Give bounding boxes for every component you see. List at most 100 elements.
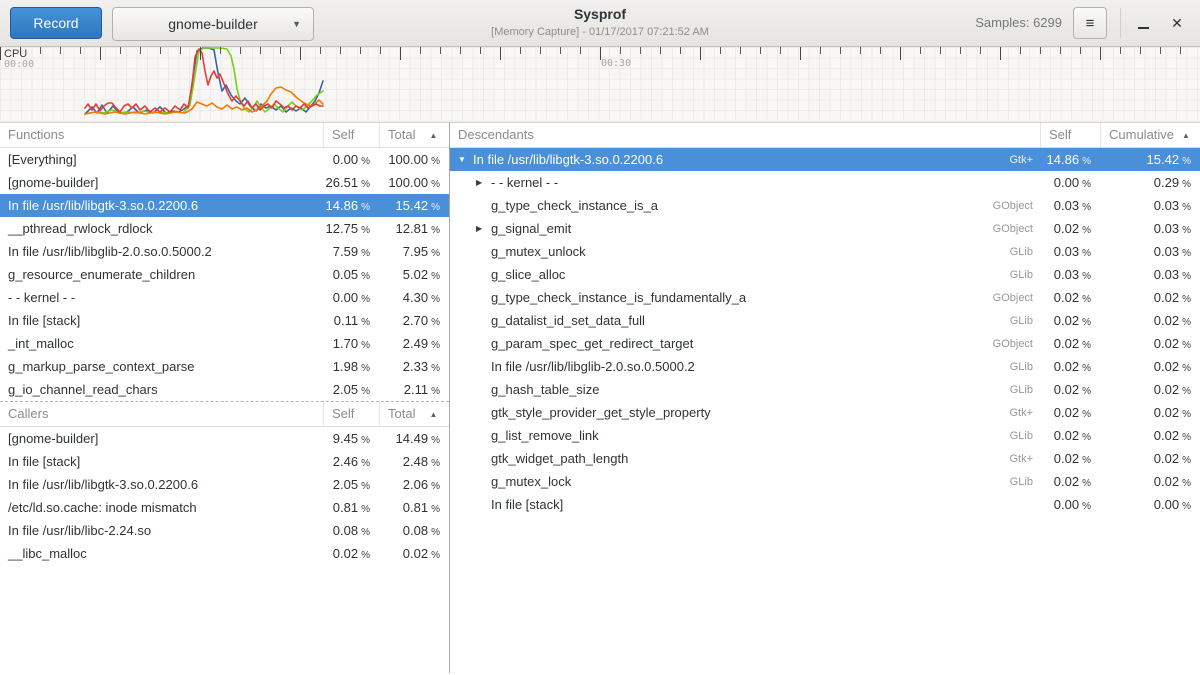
table-row[interactable]: /etc/ld.so.cache: inode mismatch0.81%0.8… <box>0 496 449 519</box>
total-value: 12.81% <box>379 221 449 236</box>
descendant-name: g_list_remove_link <box>491 428 599 443</box>
tree-row[interactable]: g_param_spec_get_redirect_targetGObject0… <box>450 332 1200 355</box>
self-value: 14.86% <box>1040 152 1100 167</box>
total-column-header[interactable]: Total▲ <box>379 123 449 147</box>
table-row[interactable]: In file /usr/lib/libgtk-3.so.0.2200.614.… <box>0 194 449 217</box>
table-row[interactable]: g_resource_enumerate_children0.05%5.02% <box>0 263 449 286</box>
expander-open-icon[interactable]: ▼ <box>458 155 473 164</box>
tree-row[interactable]: g_list_remove_linkGLib0.02%0.02% <box>450 424 1200 447</box>
self-value: 0.00% <box>323 152 379 167</box>
tree-row[interactable]: ▼In file /usr/lib/libgtk-3.so.0.2200.6 Gt… <box>450 148 1200 171</box>
callers-header: Callers Self Total▲ <box>0 401 449 427</box>
table-row[interactable]: In file /usr/lib/libc-2.24.so0.08%0.08% <box>0 519 449 542</box>
titlebar-titles: Sysprof [Memory Capture] - 01/17/2017 07… <box>320 6 880 38</box>
descendant-name: g_param_spec_get_redirect_target <box>491 336 693 351</box>
library-tag: Gtk+ <box>1009 154 1040 166</box>
total-value: 4.30% <box>379 290 449 305</box>
self-column-header[interactable]: Self <box>323 123 379 147</box>
table-row[interactable]: _int_malloc1.70%2.49% <box>0 332 449 355</box>
minimize-icon <box>1138 27 1149 29</box>
target-process-select[interactable]: gnome-builder ▼ <box>112 7 314 41</box>
self-value: 2.46% <box>323 454 379 469</box>
self-column-header[interactable]: Self <box>323 402 379 426</box>
close-button[interactable]: ✕ <box>1160 6 1194 40</box>
table-row[interactable]: In file /usr/lib/libgtk-3.so.0.2200.62.0… <box>0 473 449 496</box>
self-value: 0.03% <box>1040 198 1100 213</box>
tree-row[interactable]: g_mutex_unlockGLib0.03%0.03% <box>450 240 1200 263</box>
function-name: In file /usr/lib/libgtk-3.so.0.2200.6 <box>0 477 323 492</box>
function-name: In file /usr/lib/libglib-2.0.so.0.5000.2 <box>0 244 323 259</box>
total-column-header[interactable]: Total▲ <box>379 402 449 426</box>
cumulative-value: 15.42% <box>1100 152 1200 167</box>
self-value: 0.02% <box>323 546 379 561</box>
descendant-name: gtk_style_provider_get_style_property <box>491 405 711 420</box>
tree-row[interactable]: In file /usr/lib/libglib-2.0.so.0.5000.2… <box>450 355 1200 378</box>
table-row[interactable]: - - kernel - -0.00%4.30% <box>0 286 449 309</box>
functions-column-header[interactable]: Functions <box>0 123 323 147</box>
self-value: 1.70% <box>323 336 379 351</box>
total-value: 0.08% <box>379 523 449 538</box>
callers-column-header[interactable]: Callers <box>0 402 323 426</box>
table-row[interactable]: [gnome-builder]9.45%14.49% <box>0 427 449 450</box>
descendant-name-cell: g_type_check_instance_is_aGObject <box>450 198 1040 213</box>
self-value: 0.00% <box>1040 175 1100 190</box>
timeline-label-mid: 00:30 <box>601 58 631 69</box>
total-value: 7.95% <box>379 244 449 259</box>
total-value: 100.00% <box>379 175 449 190</box>
function-name: _int_malloc <box>0 336 323 351</box>
tree-row[interactable]: g_type_check_instance_is_fundamentally_a… <box>450 286 1200 309</box>
descendant-name: In file /usr/lib/libgtk-3.so.0.2200.6 <box>473 152 663 167</box>
descendant-name: g_mutex_unlock <box>491 244 586 259</box>
table-row[interactable]: __libc_malloc0.02%0.02% <box>0 542 449 565</box>
descendant-name: g_mutex_lock <box>491 474 571 489</box>
tree-row[interactable]: In file [stack]0.00%0.00% <box>450 493 1200 516</box>
cpu-usage-lines <box>0 47 1200 122</box>
tree-row[interactable]: ▶- - kernel - -0.00%0.29% <box>450 171 1200 194</box>
self-column-header[interactable]: Self <box>1040 123 1100 147</box>
total-value: 2.49% <box>379 336 449 351</box>
function-name: - - kernel - - <box>0 290 323 305</box>
tree-row[interactable]: g_hash_table_sizeGLib0.02%0.02% <box>450 378 1200 401</box>
total-value: 15.42% <box>379 198 449 213</box>
tree-row[interactable]: g_mutex_lockGLib0.02%0.02% <box>450 470 1200 493</box>
tree-row[interactable]: gtk_style_provider_get_style_propertyGtk… <box>450 401 1200 424</box>
table-row[interactable]: g_markup_parse_context_parse1.98%2.33% <box>0 355 449 378</box>
self-value: 0.02% <box>1040 405 1100 420</box>
expander-closed-icon[interactable]: ▶ <box>476 224 491 233</box>
cumulative-value: 0.00% <box>1100 497 1200 512</box>
cumulative-column-header[interactable]: Cumulative▲ <box>1100 123 1200 147</box>
functions-header: Functions Self Total▲ <box>0 123 449 148</box>
library-tag: GLib <box>1010 384 1040 396</box>
cumulative-value: 0.03% <box>1100 221 1200 236</box>
table-row[interactable]: [Everything]0.00%100.00% <box>0 148 449 171</box>
tree-row[interactable]: g_datalist_id_set_data_fullGLib0.02%0.02… <box>450 309 1200 332</box>
cumulative-value: 0.29% <box>1100 175 1200 190</box>
expander-closed-icon[interactable]: ▶ <box>476 178 491 187</box>
library-tag: GLib <box>1010 476 1040 488</box>
cumulative-value: 0.02% <box>1100 474 1200 489</box>
tree-row[interactable]: gtk_widget_path_lengthGtk+0.02%0.02% <box>450 447 1200 470</box>
tree-row[interactable]: ▶g_signal_emitGObject0.02%0.03% <box>450 217 1200 240</box>
menu-button[interactable]: ≡ <box>1073 7 1107 39</box>
window-title: Sysprof <box>320 6 880 22</box>
sysprof-window: { "header": { "record_label": "Record", … <box>0 0 1200 675</box>
self-value: 0.02% <box>1040 290 1100 305</box>
table-row[interactable]: In file [stack]2.46%2.48% <box>0 450 449 473</box>
table-row[interactable]: In file /usr/lib/libglib-2.0.so.0.5000.2… <box>0 240 449 263</box>
table-row[interactable]: [gnome-builder]26.51%100.00% <box>0 171 449 194</box>
cpu-usage-graph[interactable]: CPU 00:00 00:30 <box>0 47 1200 123</box>
function-name: In file /usr/lib/libgtk-3.so.0.2200.6 <box>0 198 323 213</box>
record-button[interactable]: Record <box>10 7 102 39</box>
descendant-name-cell: gtk_widget_path_lengthGtk+ <box>450 451 1040 466</box>
target-process-value: gnome-builder <box>168 16 258 32</box>
tree-row[interactable]: g_slice_allocGLib0.03%0.03% <box>450 263 1200 286</box>
self-value: 26.51% <box>323 175 379 190</box>
minimize-button[interactable] <box>1126 6 1160 40</box>
total-value: 0.02% <box>379 546 449 561</box>
tree-row[interactable]: g_type_check_instance_is_aGObject0.03%0.… <box>450 194 1200 217</box>
table-row[interactable]: __pthread_rwlock_rdlock12.75%12.81% <box>0 217 449 240</box>
table-row[interactable]: In file [stack]0.11%2.70% <box>0 309 449 332</box>
table-row[interactable]: g_io_channel_read_chars2.05%2.11% <box>0 378 449 401</box>
descendants-column-header[interactable]: Descendants <box>450 123 1040 147</box>
functions-list: [Everything]0.00%100.00%[gnome-builder]2… <box>0 148 449 401</box>
